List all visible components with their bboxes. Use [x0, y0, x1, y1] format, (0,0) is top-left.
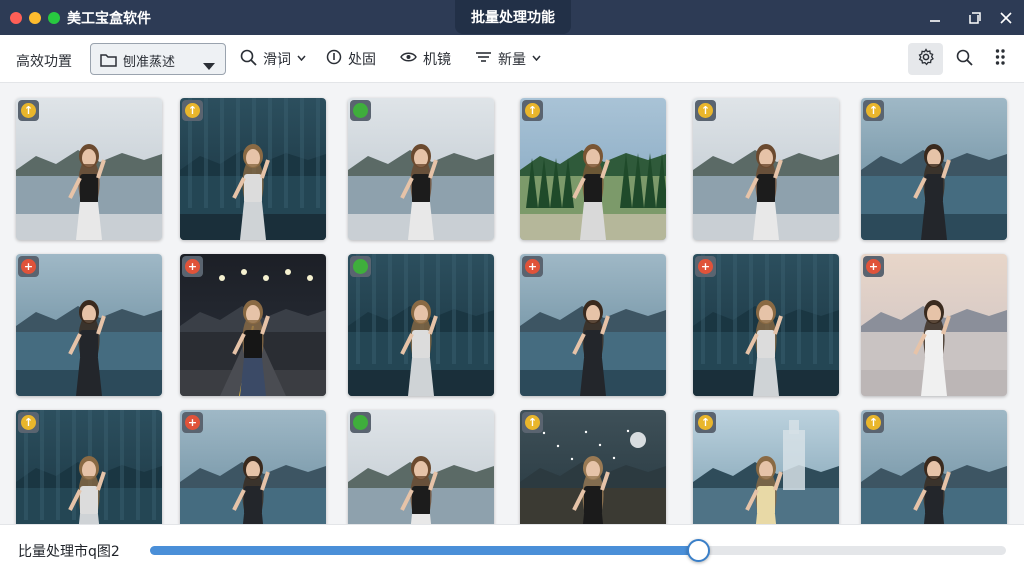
folder-dropdown[interactable]: 刨准蒸述	[90, 43, 280, 75]
status-badge	[350, 412, 371, 433]
filter-icon	[475, 50, 492, 68]
red-status-icon: +	[21, 259, 36, 274]
status-badge: +	[863, 256, 884, 277]
thumbnail-card[interactable]: +	[693, 254, 839, 396]
progress-slider[interactable]	[150, 539, 1006, 562]
eye-icon	[400, 50, 417, 68]
thumbnail-card[interactable]: ↑	[16, 410, 162, 524]
thumbnail-card[interactable]: ↑	[520, 410, 666, 524]
toolbar-item-label: 机镜	[423, 52, 451, 68]
status-badge: ↑	[522, 100, 543, 121]
batch-status-label: 比量处理市q图2	[18, 544, 120, 560]
thumbnail-card[interactable]: +	[180, 410, 326, 524]
progress-fill	[150, 546, 698, 555]
red-status-icon: +	[185, 415, 200, 430]
search-button[interactable]	[949, 43, 979, 75]
green-status-icon	[353, 103, 368, 118]
red-status-icon: +	[698, 259, 713, 274]
yellow-status-icon: ↑	[525, 103, 540, 118]
status-badge: ↑	[182, 100, 203, 121]
thumbnail-card[interactable]: ↑	[861, 98, 1007, 240]
status-badge: ↑	[863, 412, 884, 433]
status-badge: +	[695, 256, 716, 277]
toolbar: 高效功置 刨准蒸述 滑词 处固 机镜 新量	[0, 35, 1024, 83]
red-status-icon: +	[866, 259, 881, 274]
app-title: 美工宝盒软件	[67, 11, 151, 27]
zoom-window-dot[interactable]	[48, 12, 60, 24]
status-badge: +	[18, 256, 39, 277]
center-title: 批量处理功能	[455, 0, 571, 34]
close-icon[interactable]	[996, 8, 1016, 28]
thumbnail-grid: ↑ ↑ ↑ ↑ ↑ + + + + + ↑ + ↑ ↑ ↑	[0, 84, 1024, 524]
yellow-status-icon: ↑	[21, 415, 36, 430]
minimize-icon[interactable]	[925, 8, 945, 28]
green-status-icon	[353, 415, 368, 430]
red-status-icon: +	[525, 259, 540, 274]
caret-down-icon	[203, 56, 215, 75]
yellow-status-icon: ↑	[21, 103, 36, 118]
status-badge: +	[522, 256, 543, 277]
thumbnail-card[interactable]: +	[861, 254, 1007, 396]
thumbnail-card[interactable]: +	[16, 254, 162, 396]
status-bar: 比量处理市q图2	[0, 524, 1024, 576]
chevron-down-icon	[532, 54, 541, 64]
yellow-status-icon: ↑	[698, 103, 713, 118]
thumbnail-card[interactable]: ↑	[520, 98, 666, 240]
thumbnail-card[interactable]	[348, 98, 494, 240]
thumbnail-card[interactable]: +	[180, 254, 326, 396]
status-badge: ↑	[695, 100, 716, 121]
green-status-icon	[353, 259, 368, 274]
chevron-down-icon	[297, 54, 306, 64]
minimize-window-dot[interactable]	[29, 12, 41, 24]
yellow-status-icon: ↑	[866, 103, 881, 118]
more-icon	[995, 48, 1005, 70]
thumbnail-card[interactable]: ↑	[180, 98, 326, 240]
toolbar-title: 高效功置	[16, 54, 72, 70]
toolbar-item-label: 新量	[498, 52, 526, 68]
restore-icon[interactable]	[964, 8, 984, 28]
info-icon	[326, 49, 342, 69]
toolbar-item-label: 处固	[348, 52, 376, 68]
red-status-icon: +	[185, 259, 200, 274]
search-icon	[956, 49, 973, 70]
toolbar-item-process[interactable]: 处固	[326, 43, 376, 75]
settings-button[interactable]	[908, 43, 943, 75]
yellow-status-icon: ↑	[698, 415, 713, 430]
dropdown-value: 刨准蒸述	[123, 55, 176, 70]
toolbar-item-search[interactable]: 滑词	[240, 43, 306, 75]
folder-icon	[100, 52, 117, 71]
slider-handle[interactable]	[686, 539, 710, 562]
thumbnail-card[interactable]: ↑	[16, 98, 162, 240]
thumbnail-card[interactable]: ↑	[693, 98, 839, 240]
status-badge: ↑	[695, 412, 716, 433]
thumbnail-card[interactable]: ↑	[693, 410, 839, 524]
thumbnail-card[interactable]	[348, 410, 494, 524]
title-bar: 美工宝盒软件 批量处理功能	[0, 0, 1024, 35]
status-badge: +	[182, 412, 203, 433]
close-window-dot[interactable]	[10, 12, 22, 24]
yellow-status-icon: ↑	[185, 103, 200, 118]
toolbar-item-filter[interactable]: 新量	[475, 43, 541, 75]
status-badge	[350, 256, 371, 277]
status-badge	[350, 100, 371, 121]
more-button[interactable]	[985, 43, 1015, 75]
status-badge: ↑	[18, 100, 39, 121]
thumbnail-card[interactable]: ↑	[861, 410, 1007, 524]
thumbnail-card[interactable]	[348, 254, 494, 396]
status-badge: ↑	[18, 412, 39, 433]
status-badge: +	[182, 256, 203, 277]
yellow-status-icon: ↑	[525, 415, 540, 430]
yellow-status-icon: ↑	[866, 415, 881, 430]
toolbar-item-label: 滑词	[263, 52, 291, 68]
gear-icon	[917, 48, 935, 70]
thumbnail-card[interactable]: +	[520, 254, 666, 396]
toolbar-item-mirror[interactable]: 机镜	[400, 43, 451, 75]
status-badge: ↑	[522, 412, 543, 433]
status-badge: ↑	[863, 100, 884, 121]
search-icon	[240, 49, 257, 70]
